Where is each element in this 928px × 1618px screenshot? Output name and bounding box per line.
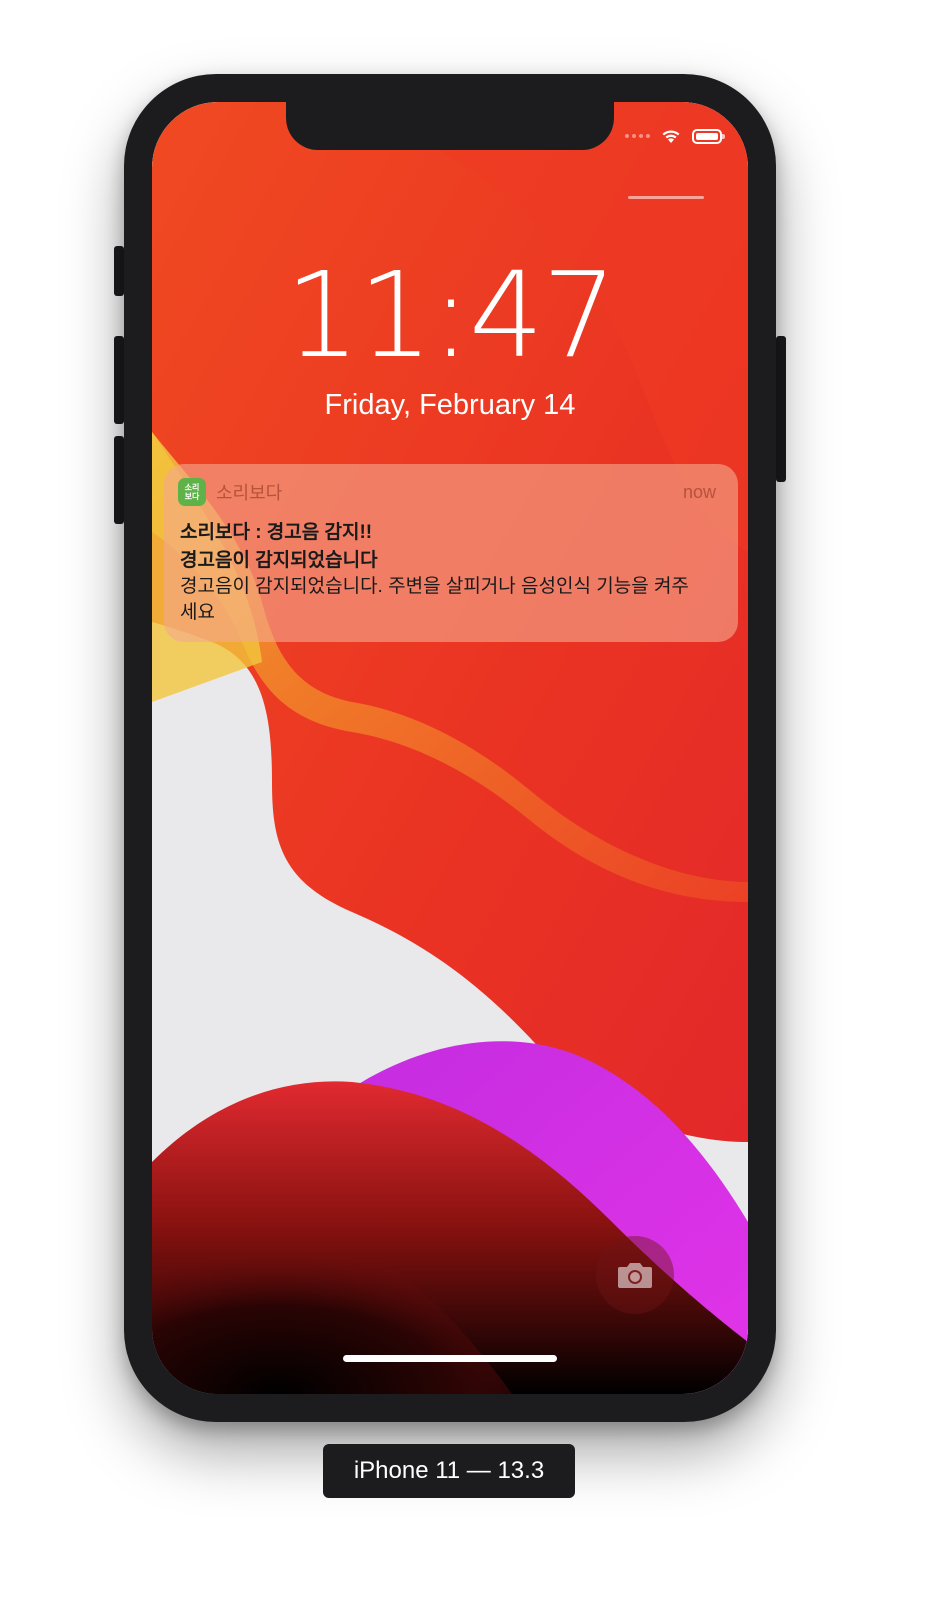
control-center-indicator[interactable] [628, 196, 704, 199]
notification-time: now [682, 481, 716, 502]
lock-screen[interactable]: 11:47 Friday, February 14 소리 보다 소리보다 now… [152, 102, 748, 1394]
camera-shortcut-button[interactable] [596, 1236, 674, 1314]
notification-app-name: 소리보다 [216, 483, 283, 503]
notification-title: 소리보다 : 경고음 감지!! [180, 522, 373, 543]
battery-icon [692, 128, 725, 144]
signal-dots-icon [625, 134, 650, 138]
notification-header: 소리 보다 소리보다 now [178, 478, 716, 506]
lock-clock: 11:47 [284, 246, 617, 384]
home-indicator[interactable] [343, 1355, 557, 1362]
notification-banner[interactable]: 소리 보다 소리보다 now 소리보다 : 경고음 감지!! 경고음이 감지되었… [164, 464, 738, 642]
notification-body: 경고음이 감지되었습니다. 주변을 살피거나 음성인식 기능을 켜주세요 [180, 576, 689, 623]
app-icon-text: 소리 보다 [184, 483, 200, 501]
notch [286, 102, 614, 150]
wifi-icon [662, 130, 680, 143]
camera-icon [618, 1263, 652, 1288]
volume-up-button [114, 336, 124, 424]
simulator-stage: 11:47 Friday, February 14 소리 보다 소리보다 now… [0, 0, 928, 1618]
lock-date: Friday, February 14 [324, 389, 576, 421]
mute-switch [114, 246, 124, 296]
status-bar [625, 124, 725, 148]
volume-down-button [114, 436, 124, 524]
app-icon: 소리 보다 [178, 478, 206, 506]
simulator-device-label: iPhone 11 — 13.3 [323, 1444, 575, 1498]
notification-subtitle: 경고음이 감지되었습니다 [180, 550, 378, 571]
power-button [776, 336, 786, 482]
